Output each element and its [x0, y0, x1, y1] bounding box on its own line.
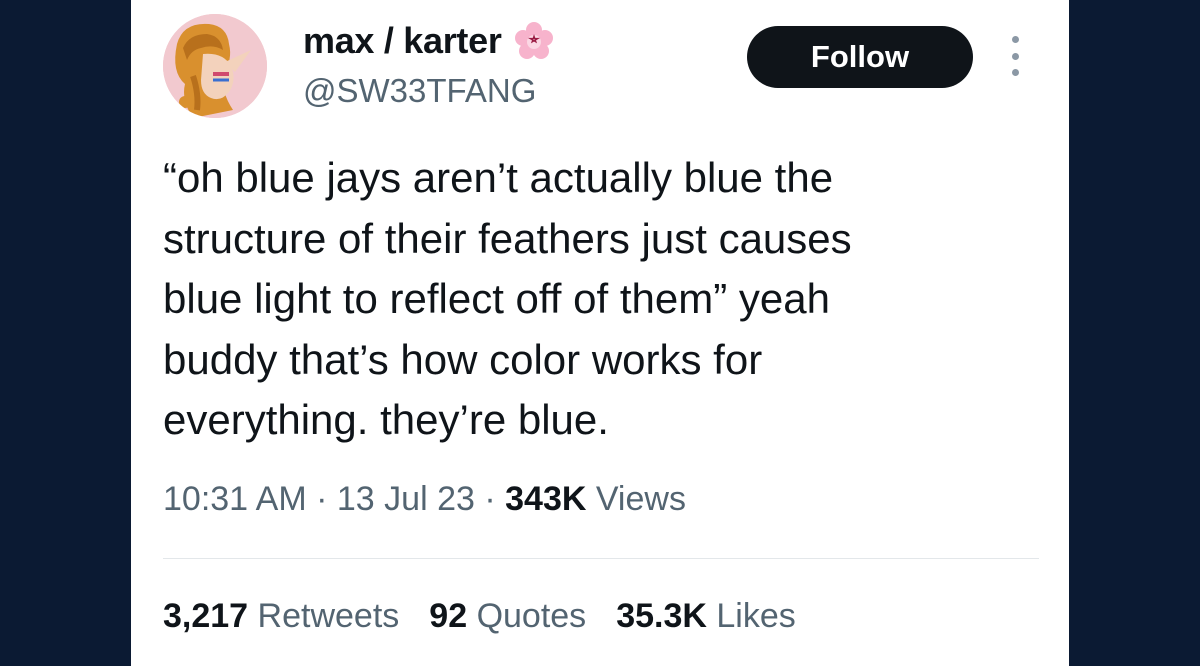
more-dot [1011, 52, 1019, 60]
retweets-stat[interactable]: 3,217 Retweets [163, 597, 399, 636]
likes-count: 35.3K [616, 597, 707, 635]
retweets-count: 3,217 [163, 597, 249, 635]
tweet-text: “oh blue jays aren’t actually blue the s… [163, 154, 852, 443]
tweet-card: max / karter @SW33TFANG Follow “oh blue … [131, 0, 1069, 666]
tweet-date[interactable]: 13 Jul 23 [337, 480, 475, 518]
quotes-stat[interactable]: 92 Quotes [429, 597, 586, 636]
more-dot [1011, 69, 1019, 76]
views-count: 343K [505, 480, 587, 518]
divider [163, 558, 1039, 559]
meta-separator: · [484, 480, 496, 518]
avatar[interactable] [163, 14, 267, 118]
tweet-time[interactable]: 10:31 AM [163, 480, 307, 518]
engagement-stats: 3,217 Retweets 92 Quotes 35.3K Likes [163, 597, 796, 636]
author-display-name[interactable]: max / karter [303, 20, 502, 62]
pink-flower-badge-icon [514, 21, 554, 61]
more-vertical-icon[interactable] [1003, 36, 1027, 76]
quotes-count: 92 [429, 597, 468, 635]
avatar-illustration [163, 14, 267, 118]
tweet-meta: 10:31 AM · 13 Jul 23 · 343K Views [163, 480, 686, 519]
screen-background: max / karter @SW33TFANG Follow “oh blue … [0, 0, 1200, 666]
views-label: Views [595, 480, 686, 518]
follow-button[interactable]: Follow [747, 26, 973, 88]
author-handle[interactable]: @SW33TFANG [303, 72, 536, 110]
more-dot [1011, 36, 1019, 43]
likes-label: Likes [716, 597, 796, 635]
meta-separator: · [316, 480, 328, 518]
likes-stat[interactable]: 35.3K Likes [616, 597, 796, 636]
quotes-label: Quotes [476, 597, 587, 635]
retweets-label: Retweets [257, 597, 400, 635]
author-name-row: max / karter [303, 20, 554, 62]
